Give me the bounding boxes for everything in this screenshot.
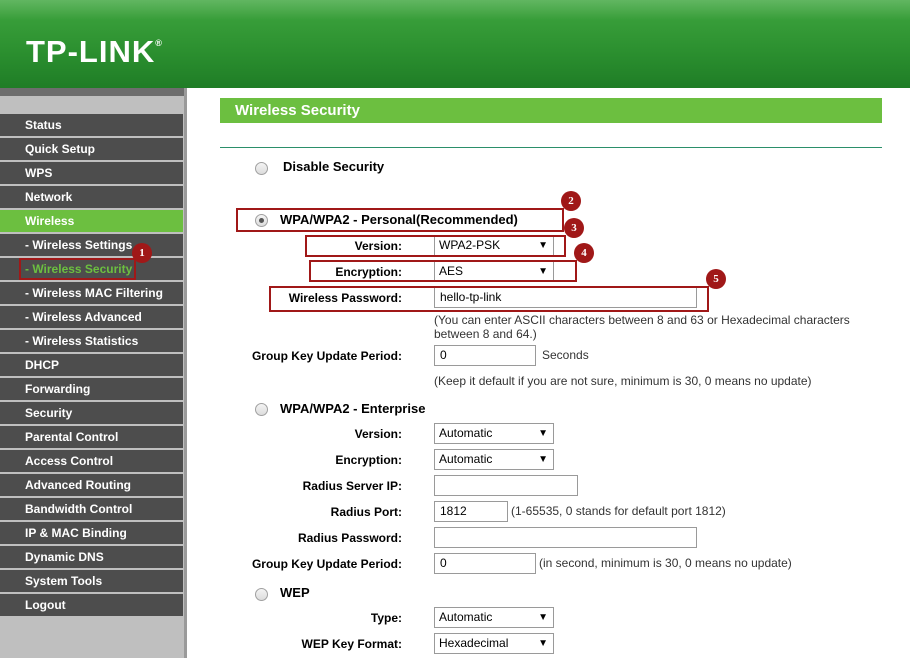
wep-type-select-value: Automatic [439, 610, 493, 624]
ent-group-key-update-label: Group Key Update Period: [251, 557, 402, 571]
annotation-box-2 [236, 208, 564, 232]
disable-security-label: Disable Security [283, 159, 385, 174]
sidebar-item-wireless-mac-filtering[interactable]: - Wireless MAC Filtering [0, 282, 183, 306]
group-key-update-note: (Keep it default if you are not sure, mi… [434, 374, 812, 388]
title-divider [220, 147, 882, 148]
annotation-box-1 [19, 258, 136, 280]
sidebar-item-access-control[interactable]: Access Control [0, 450, 183, 474]
sidebar-item-advanced-routing[interactable]: Advanced Routing [0, 474, 183, 498]
header-banner: TP-LINK® [0, 0, 910, 88]
sidebar-item-wireless-advanced[interactable]: - Wireless Advanced [0, 306, 183, 330]
wpa-enterprise-label: WPA/WPA2 - Enterprise [280, 401, 426, 416]
wep-key-format-select-value: Hexadecimal [439, 636, 509, 650]
sidebar-item-wireless-statistics[interactable]: - Wireless Statistics [0, 330, 183, 354]
sidebar-item-dynamic-dns[interactable]: Dynamic DNS [0, 546, 183, 570]
disable-security-radio-icon[interactable] [255, 162, 268, 175]
group-key-update-input[interactable]: 0 [434, 345, 536, 366]
wep-key-format-select[interactable]: Hexadecimal ▼ [434, 633, 554, 654]
sidebar-item-bandwidth-control[interactable]: Bandwidth Control [0, 498, 183, 522]
wep-type-select[interactable]: Automatic ▼ [434, 607, 554, 628]
main-content: Wireless Security Disable Security WPA/W… [220, 98, 882, 658]
radius-server-ip-label: Radius Server IP: [302, 479, 402, 493]
wep-label: WEP [280, 585, 310, 600]
group-key-update-unit: Seconds [542, 348, 589, 362]
sidebar-item-network[interactable]: Network [0, 186, 183, 210]
password-note-line2: between 8 and 64.) [434, 327, 537, 341]
ent-encryption-select[interactable]: Automatic ▼ [434, 449, 554, 470]
annotation-box-5 [269, 286, 709, 312]
registered-mark: ® [155, 38, 163, 48]
ent-encryption-select-value: Automatic [439, 452, 493, 466]
annotation-badge-2: 2 [561, 191, 581, 211]
page-title: Wireless Security [220, 98, 882, 123]
wpa-enterprise-radio-icon[interactable] [255, 403, 268, 416]
annotation-box-3 [305, 235, 566, 257]
sidebar-item-logout[interactable]: Logout [0, 594, 183, 618]
password-note-line1: (You can enter ASCII characters between … [434, 313, 850, 327]
ent-version-select[interactable]: Automatic ▼ [434, 423, 554, 444]
sidebar-item-parental-control[interactable]: Parental Control [0, 426, 183, 450]
annotation-badge-5: 5 [706, 269, 726, 289]
radius-server-ip-input[interactable] [434, 475, 578, 496]
sidebar-item-system-tools[interactable]: System Tools [0, 570, 183, 594]
ent-group-key-update-note: (in second, minimum is 30, 0 means no up… [539, 556, 792, 570]
chevron-down-icon: ▼ [538, 454, 548, 465]
annotation-badge-1: 1 [132, 243, 152, 263]
sidebar-item-wireless-settings[interactable]: - Wireless Settings [0, 234, 183, 258]
ent-encryption-label: Encryption: [335, 453, 402, 467]
ent-version-label: Version: [354, 427, 402, 441]
radius-password-label: Radius Password: [297, 531, 402, 545]
group-key-update-label: Group Key Update Period: [251, 349, 402, 363]
sidebar-item-dhcp[interactable]: DHCP [0, 354, 183, 378]
annotation-badge-4: 4 [574, 243, 594, 263]
chevron-down-icon: ▼ [538, 428, 548, 439]
radius-port-label: Radius Port: [330, 505, 402, 519]
sidebar: Status Quick Setup WPS Network Wireless … [0, 88, 187, 658]
sidebar-nav: Status Quick Setup WPS Network Wireless … [0, 114, 183, 618]
radius-password-input[interactable] [434, 527, 697, 548]
radius-port-note: (1-65535, 0 stands for default port 1812… [511, 504, 726, 518]
tp-link-logo: TP-LINK® [26, 34, 163, 70]
sidebar-item-wps[interactable]: WPS [0, 162, 183, 186]
radius-port-input[interactable]: 1812 [434, 501, 508, 522]
wep-radio-icon[interactable] [255, 588, 268, 601]
chevron-down-icon: ▼ [538, 612, 548, 623]
sidebar-top-band [0, 88, 184, 96]
annotation-box-4 [309, 260, 577, 282]
sidebar-item-ip-mac-binding[interactable]: IP & MAC Binding [0, 522, 183, 546]
ent-group-key-update-input[interactable]: 0 [434, 553, 536, 574]
sidebar-item-forwarding[interactable]: Forwarding [0, 378, 183, 402]
chevron-down-icon: ▼ [538, 638, 548, 649]
sidebar-item-security[interactable]: Security [0, 402, 183, 426]
sidebar-item-wireless[interactable]: Wireless [0, 210, 183, 234]
sidebar-item-quick-setup[interactable]: Quick Setup [0, 138, 183, 162]
sidebar-item-status[interactable]: Status [0, 114, 183, 138]
ent-version-select-value: Automatic [439, 426, 493, 440]
logo-text: TP-LINK [26, 34, 156, 69]
annotation-badge-3: 3 [564, 218, 584, 238]
wep-type-label: Type: [370, 611, 402, 625]
wep-key-format-label: WEP Key Format: [301, 637, 402, 651]
